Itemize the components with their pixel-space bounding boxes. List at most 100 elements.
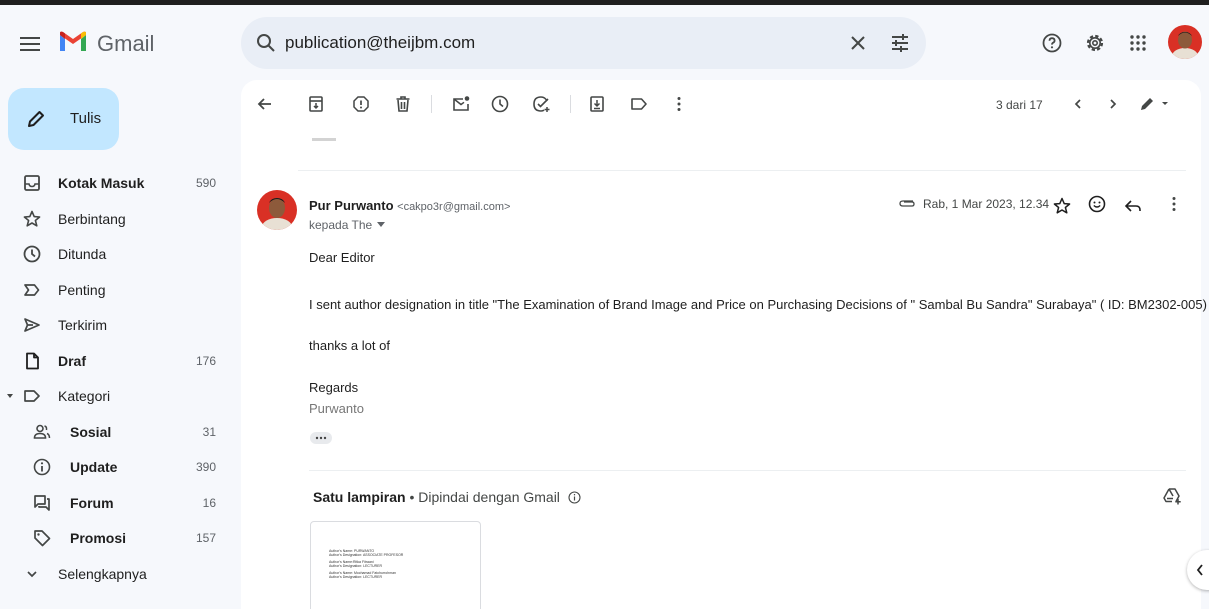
reply-icon[interactable] <box>1123 196 1143 216</box>
sender-name[interactable]: Pur Purwanto <box>309 198 394 213</box>
move-to-icon[interactable] <box>587 94 607 114</box>
sidebar-item-important[interactable]: Penting <box>0 275 230 307</box>
message-date: Rab, 1 Mar 2023, 12.34 <box>923 197 1050 211</box>
sender-email: <cakpo3r@gmail.com> <box>397 201 511 213</box>
add-to-drive-icon[interactable] <box>1162 486 1182 506</box>
sidebar-item-label: Ditunda <box>58 246 107 262</box>
send-icon <box>22 315 42 335</box>
report-spam-icon[interactable] <box>351 94 371 114</box>
chevron-left-icon[interactable] <box>1068 94 1088 114</box>
emoji-reaction-icon[interactable] <box>1087 194 1107 214</box>
attachment-separator: • <box>405 489 419 505</box>
message-more-icon[interactable] <box>1164 194 1184 214</box>
close-icon[interactable] <box>846 31 870 55</box>
attachment-header: Satu lampiran • Dipindai dengan Gmail <box>313 489 581 505</box>
sidebar-item-label: Selengkapnya <box>58 566 147 582</box>
sidebar-item-starred[interactable]: Berbintang <box>0 204 230 236</box>
mark-unread-icon[interactable] <box>451 94 471 114</box>
sender-avatar[interactable] <box>257 190 297 230</box>
sidebar-item-inbox[interactable]: Kotak Masuk 590 <box>0 168 230 200</box>
sidebar-item-count: 390 <box>195 460 216 474</box>
important-icon <box>22 280 42 300</box>
apps-grid-icon[interactable] <box>1126 31 1150 55</box>
chevron-left-icon <box>1196 564 1203 576</box>
sidebar-item-count: 16 <box>202 496 216 510</box>
star-icon <box>22 209 42 229</box>
preview-line: Author's Designation: LECTURER <box>329 575 382 579</box>
sidebar-item-snoozed[interactable]: Ditunda <box>0 239 230 271</box>
toolbar-divider <box>431 95 432 113</box>
preview-line: Author's Designation: LECTURER <box>329 564 382 568</box>
recipient-details[interactable]: kepada The <box>309 218 386 232</box>
label-as-icon[interactable] <box>629 94 649 114</box>
body-line-regards: Regards <box>309 380 359 395</box>
clock-icon <box>22 244 42 264</box>
sidebar-item-count: 590 <box>195 176 216 190</box>
sidebar-item-social[interactable]: Sosial 31 <box>0 417 230 449</box>
attachment-clip-icon <box>898 196 916 210</box>
recipient-label: kepada The <box>309 218 373 232</box>
body-line-main: I sent author designation in title "The … <box>309 297 1207 312</box>
sidebar-item-label: Forum <box>70 495 114 511</box>
sidebar-item-updates[interactable]: Update 390 <box>0 452 230 484</box>
info-icon <box>32 457 52 477</box>
gear-icon[interactable] <box>1083 31 1107 55</box>
sender-line[interactable]: Pur Purwanto <cakpo3r@gmail.com> <box>309 198 510 213</box>
body-line-thanks: thanks a lot of <box>309 338 390 353</box>
attachment-thumbnail[interactable]: Author's Name: PURWANTO Author's Designa… <box>310 521 481 609</box>
sidebar-item-label: Kategori <box>58 388 111 404</box>
people-icon <box>32 422 52 442</box>
label-icon <box>4 386 44 406</box>
draft-icon <box>22 351 42 371</box>
archive-icon[interactable] <box>306 94 326 114</box>
inbox-icon <box>22 173 42 193</box>
sidebar-item-count: 31 <box>202 425 216 439</box>
star-icon[interactable] <box>1052 196 1072 216</box>
sidebar-item-forums[interactable]: Forum 16 <box>0 488 230 520</box>
sidebar-item-label: Terkirim <box>58 317 107 333</box>
sidebar-item-label: Promosi <box>70 530 127 546</box>
main-menu-icon[interactable] <box>18 32 42 56</box>
caret-down-icon[interactable] <box>377 222 386 228</box>
sidebar-item-label: Penting <box>58 282 106 298</box>
input-tools-icon[interactable] <box>1138 94 1172 114</box>
attachment-divider <box>309 470 1186 471</box>
show-trimmed-content-button[interactable] <box>310 432 332 444</box>
pencil-icon[interactable] <box>24 107 48 131</box>
search-input[interactable]: publication@theijbm.com <box>285 33 475 53</box>
sidebar-item-drafts[interactable]: Draf 176 <box>0 346 230 378</box>
compose-label[interactable]: Tulis <box>70 110 101 127</box>
info-icon[interactable] <box>568 491 581 504</box>
sidebar-item-count: 176 <box>195 354 216 368</box>
trash-icon[interactable] <box>393 94 413 114</box>
preview-line: Author's Designation: ASSOCIATE PROFESOR <box>329 553 404 557</box>
message-divider <box>298 170 1186 171</box>
chevron-right-icon[interactable] <box>1103 94 1123 114</box>
tag-icon <box>32 528 52 548</box>
account-avatar[interactable] <box>1168 25 1202 59</box>
sidebar-item-sent[interactable]: Terkirim <box>0 310 230 342</box>
sidebar-item-label: Draf <box>58 353 87 369</box>
app-brand[interactable]: Gmail <box>97 31 154 57</box>
forum-icon <box>32 493 52 513</box>
search-options-icon[interactable] <box>888 31 912 55</box>
sidebar-item-promotions[interactable]: Promosi 157 <box>0 523 230 555</box>
snooze-icon[interactable] <box>490 94 510 114</box>
chevron-down-icon <box>22 564 42 584</box>
pagination-label: 3 dari 17 <box>996 98 1043 112</box>
sidebar-item-categories[interactable]: Kategori <box>0 381 230 413</box>
sidebar-item-count: 157 <box>195 531 216 545</box>
body-line-greeting: Dear Editor <box>309 250 375 265</box>
search-icon[interactable] <box>255 32 277 54</box>
toolbar-divider <box>570 95 571 113</box>
sidebar-item-label: Update <box>70 459 118 475</box>
gmail-logo-icon[interactable] <box>58 30 88 54</box>
more-vert-icon[interactable] <box>669 94 689 114</box>
help-icon[interactable] <box>1040 31 1064 55</box>
sidebar-item-more[interactable]: Selengkapnya <box>0 559 230 591</box>
add-task-icon[interactable] <box>531 94 551 114</box>
scanned-note: Dipindai dengan Gmail <box>418 489 560 505</box>
back-arrow-icon[interactable] <box>255 94 275 114</box>
sidebar-item-label: Kotak Masuk <box>58 175 145 191</box>
sidebar-item-label: Berbintang <box>58 211 126 227</box>
